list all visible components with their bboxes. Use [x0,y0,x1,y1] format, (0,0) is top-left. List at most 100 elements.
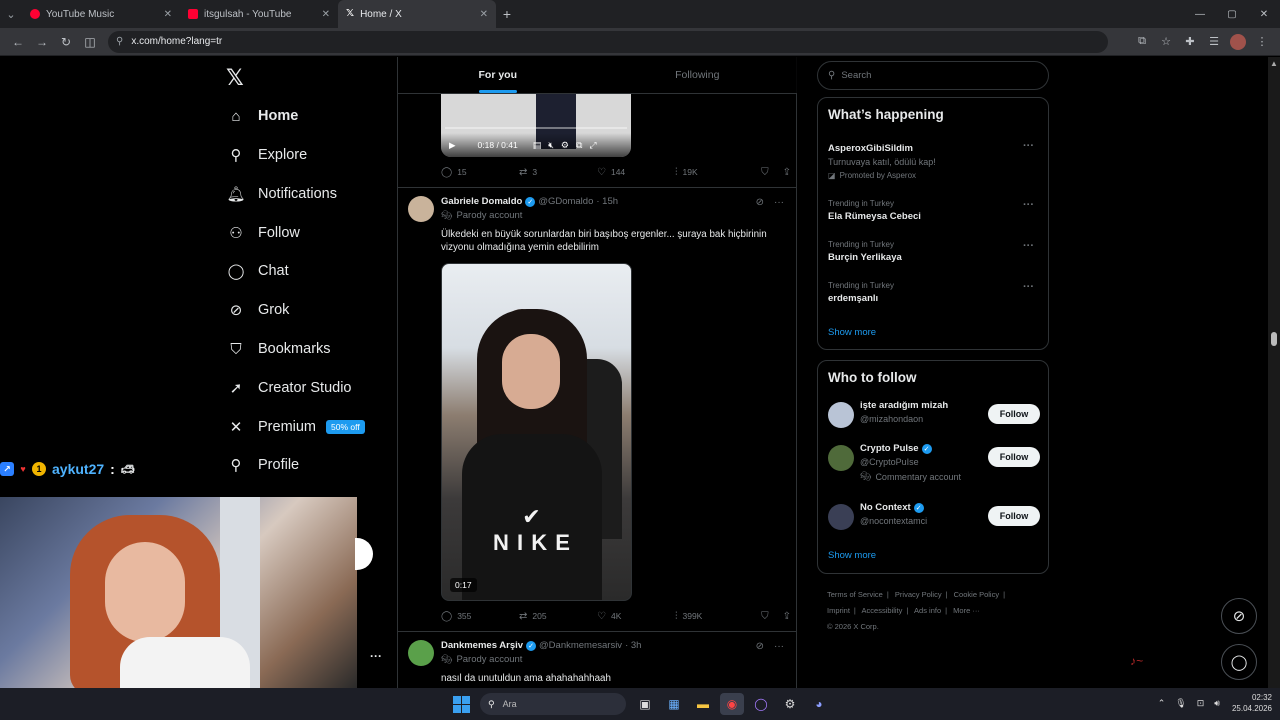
site-info-icon[interactable]: ⚲ [116,36,123,47]
nav-creator-studio[interactable]: ➚ Creator Studio [226,375,352,401]
trend-more-icon[interactable]: ··· [1023,140,1034,152]
scroll-up-icon[interactable]: ▲ [1270,59,1278,68]
browser-tab-youtube[interactable]: itsgulsah - YouTube ✕ [180,0,338,28]
tab-close-icon[interactable]: ✕ [480,9,488,20]
tab-for-you[interactable]: For you [398,57,598,93]
nav-bookmarks[interactable]: ⛉ Bookmarks [226,336,330,362]
profile-avatar[interactable] [1230,33,1246,50]
avatar[interactable] [408,196,434,222]
bookmark-icon[interactable]: ⛉ [761,167,769,178]
author-handle[interactable]: @GDomaldo [538,196,593,207]
nav-premium[interactable]: ✕ Premium 50% off [226,414,365,440]
avatar[interactable] [408,640,434,666]
play-icon[interactable]: ▶ [449,140,456,151]
nav-profile[interactable]: ⚲ Profile [226,452,300,478]
windows-start-icon[interactable] [453,696,470,713]
tab-close-icon[interactable]: ✕ [322,9,330,20]
trend-more-icon[interactable]: ··· [1023,281,1034,293]
install-app-icon[interactable]: ⧉ [1130,30,1154,54]
follow-button[interactable]: Follow [988,404,1040,424]
chevron-up-icon[interactable]: ⌃ [1158,698,1166,709]
repost-button[interactable]: ⇄ 3 [519,167,597,178]
grok-icon[interactable]: ⊘ [756,641,764,652]
x-logo-icon[interactable]: 𝕏 [226,65,244,91]
pip-icon[interactable]: ⧉ [576,140,582,151]
reply-button[interactable]: ◯ 15 [441,167,519,178]
author-handle[interactable]: @Dankmemesarsiv [539,640,622,651]
minimize-icon[interactable]: — [1184,0,1216,28]
app-circle-icon[interactable]: ◯ [749,693,773,715]
maximize-icon[interactable]: ▢ [1216,0,1248,28]
reply-button[interactable]: ◯ 355 [441,611,519,622]
grok-floating-button[interactable]: ⊘ [1221,598,1257,634]
tab-search-dropdown-icon[interactable]: ⌄ [0,0,22,28]
post-time[interactable]: · 15h [596,196,618,207]
nav-notifications[interactable]: 🔔︎ Notifications [226,181,337,207]
grok-icon[interactable]: ⊘ [756,197,764,208]
taskbar-search[interactable]: ⚲ Ara [480,693,626,715]
scroll-to-top-button[interactable] [355,538,373,570]
reload-icon[interactable]: ↻ [54,30,78,54]
clock[interactable]: 02:32 25.04.2026 [1232,692,1272,714]
steam-icon[interactable]: ⚙ [778,693,802,715]
browser-tab-x-home[interactable]: 𝕏 Home / X ✕ [338,0,496,28]
mute-icon[interactable]: 🔇︎ [548,140,554,151]
scrollbar-thumb[interactable] [1271,332,1277,346]
follow-button[interactable]: Follow [988,506,1040,526]
forward-icon[interactable]: → [30,30,54,54]
tab-following[interactable]: Following [598,57,798,93]
browser-tab-youtube-music[interactable]: YouTube Music ✕ [22,0,180,28]
like-button[interactable]: ♡ 4K [597,611,675,622]
close-window-icon[interactable]: ✕ [1248,0,1280,28]
extensions-icon[interactable]: ✚ [1178,30,1202,54]
share-icon[interactable]: ⇪ [783,611,791,622]
nav-follow[interactable]: ⚇ Follow [226,220,300,246]
views-button[interactable]: ⫶ 19K [675,167,753,178]
repost-button[interactable]: ⇄ 205 [519,611,597,622]
share-icon[interactable]: ⇪ [783,167,791,178]
fullscreen-icon[interactable]: ⤢ [589,140,596,151]
footer-link[interactable]: More ··· [953,606,980,615]
post-more-icon[interactable]: ··· [774,641,784,652]
search-input[interactable]: ⚲ Search [817,61,1049,90]
microphone-icon[interactable]: 🎙︎ [1175,698,1186,709]
follow-suggestion[interactable]: işte aradığım mizah @mizahondaon Follow [828,400,1040,430]
trend-item[interactable]: Trending in Turkey erdemşanlı ··· [828,281,1040,304]
follow-button[interactable]: Follow [988,447,1040,467]
nav-chat[interactable]: ◯ Chat [226,258,289,284]
trend-item[interactable]: AsperoxGibiSildim Turnuvaya katıl, ödülü… [828,140,1040,180]
video-progress-bar[interactable] [445,127,627,129]
follow-suggestion[interactable]: No Context ✓ @nocontextamci Follow [828,502,1040,532]
messages-floating-button[interactable]: ◯ [1221,644,1257,680]
nav-grok[interactable]: ⊘ Grok [226,297,290,323]
file-explorer-icon[interactable]: ▬ [691,693,715,715]
reading-list-icon[interactable]: ☰ [1202,30,1226,54]
captions-icon[interactable]: ▤ [533,140,542,151]
trend-more-icon[interactable]: ··· [1023,240,1034,252]
post-more-icon[interactable]: ··· [774,197,784,208]
follow-suggestion[interactable]: Crypto Pulse ✓ @CryptoPuIse 🎭︎ Commentary … [828,443,1040,482]
bookmark-star-icon[interactable]: ☆ [1154,30,1178,54]
video-player[interactable]: ✔ N I K E 0:17 [441,263,632,601]
discord-icon[interactable]: ◕ [807,693,831,715]
author-name[interactable]: Gabriele Domaldo [441,196,522,207]
show-more-link[interactable]: Show more [828,327,876,338]
sidebar-toggle-icon[interactable]: ◫ [78,30,102,54]
settings-icon[interactable]: ⚙ [561,140,569,151]
new-tab-button[interactable]: + [496,6,518,22]
nav-explore[interactable]: ⚲ Explore [226,142,308,168]
task-view-icon[interactable]: ▣ [633,693,657,715]
nav-home[interactable]: ⌂ Home [226,103,298,129]
volume-icon[interactable]: 🔊︎ [1214,698,1220,709]
footer-link[interactable]: Cookie Policy [954,590,999,599]
trend-item[interactable]: Trending in Turkey Burçin Yerlikaya ··· [828,240,1040,263]
footer-link[interactable]: Imprint [827,606,850,615]
account-more-icon[interactable]: ··· [370,649,382,663]
address-bar[interactable]: ⚲ x.com/home?lang=tr [108,30,1108,53]
video-player[interactable]: ▶ 0:18 / 0:41 ▤ 🔇︎ ⚙ ⧉ ⤢ [441,94,631,157]
like-button[interactable]: ♡ 144 [597,167,675,178]
footer-link[interactable]: Accessibility [862,606,903,615]
footer-link[interactable]: Terms of Service [827,590,883,599]
trend-more-icon[interactable]: ··· [1023,199,1034,211]
trend-item[interactable]: Trending in Turkey Ela Rümeysa Cebeci ··… [828,199,1040,222]
